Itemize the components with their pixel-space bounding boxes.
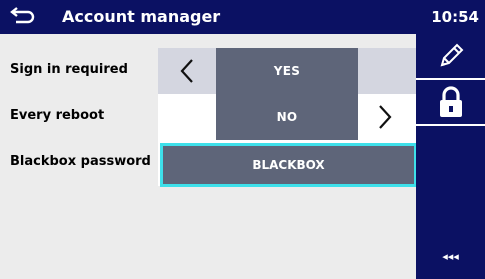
edit-button[interactable] <box>416 34 485 80</box>
setting-row-blackbox-password: Blackbox password BLACKBOX <box>0 140 417 187</box>
setting-label: Sign in required <box>10 62 128 77</box>
left-arrow-cell <box>158 94 216 140</box>
clock: 10:54 <box>431 8 479 26</box>
more-icon: ◂◂◂ <box>442 250 459 263</box>
setting-value[interactable]: NO <box>216 94 358 140</box>
account-manager-screen: Account manager 10:54 Sign in required Y… <box>0 0 485 279</box>
setting-row-every-reboot: Every reboot NO <box>0 94 416 140</box>
lock-button[interactable] <box>416 80 485 126</box>
sidebar: ◂◂◂ <box>416 34 485 279</box>
chevron-right-icon[interactable] <box>360 94 410 140</box>
back-arrow-icon[interactable] <box>10 6 36 28</box>
setting-label: Blackbox password <box>10 154 151 169</box>
more-button[interactable]: ◂◂◂ <box>416 234 485 279</box>
chevron-left-icon[interactable] <box>162 48 212 94</box>
setting-label: Every reboot <box>10 108 105 123</box>
setting-row-sign-in-required: Sign in required YES <box>0 48 416 94</box>
pencil-icon <box>436 41 466 75</box>
page-title: Account manager <box>62 7 221 26</box>
password-field[interactable]: BLACKBOX <box>160 143 417 187</box>
setting-value[interactable]: YES <box>216 48 358 94</box>
right-arrow-cell <box>358 48 416 94</box>
title-bar: Account manager 10:54 <box>0 0 485 34</box>
settings-panel: Sign in required YES Every reboot NO Bla… <box>0 34 417 279</box>
padlock-icon <box>436 85 466 123</box>
